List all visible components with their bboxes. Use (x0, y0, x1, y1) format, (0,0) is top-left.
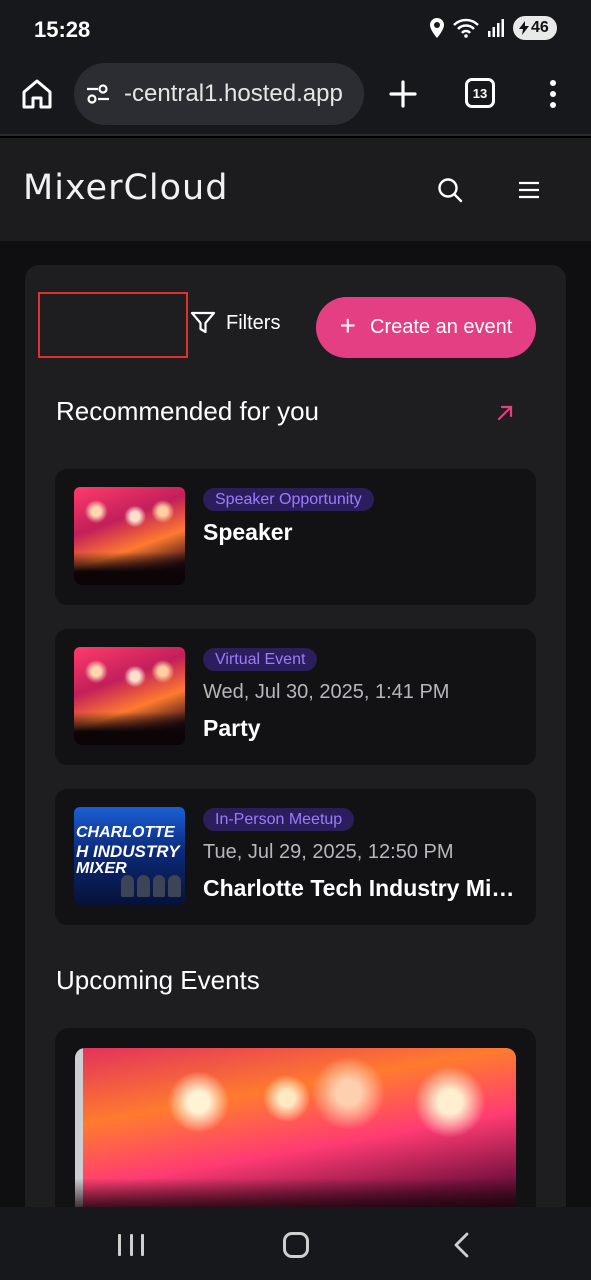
event-card-charlotte-tech[interactable]: CHARLOTTE H INDUSTRY MIXER In-Person Mee… (55, 789, 536, 925)
menu-icon[interactable] (516, 178, 542, 202)
back-icon[interactable] (452, 1231, 472, 1259)
filters-label: Filters (226, 311, 281, 334)
system-nav-bar (0, 1207, 591, 1280)
status-icons: 46 (429, 16, 557, 40)
more-icon[interactable] (540, 77, 566, 111)
event-card-speaker[interactable]: Speaker Opportunity Speaker (55, 469, 536, 605)
plus-icon: + (339, 310, 357, 341)
event-title: Charlotte Tech Industry Mixer (203, 875, 518, 901)
event-date: Wed, Jul 30, 2025, 1:41 PM (203, 681, 450, 703)
flyer-photos (121, 875, 181, 897)
event-title: Speaker (203, 519, 293, 545)
home-nav-icon[interactable] (283, 1232, 309, 1258)
filters-button[interactable]: Filters (190, 310, 280, 336)
flyer-text: H INDUSTRY (76, 842, 180, 861)
event-date: Tue, Jul 29, 2025, 12:50 PM (203, 841, 454, 863)
status-time: 15:28 (34, 17, 91, 42)
recent-apps-icon[interactable] (118, 1234, 144, 1256)
url-text[interactable]: -central1.hosted.app (124, 80, 343, 108)
upcoming-event-card[interactable] (55, 1028, 536, 1228)
arrow-up-right-icon[interactable] (495, 403, 515, 423)
event-type-badge: Speaker Opportunity (203, 488, 374, 511)
upcoming-event-image (75, 1048, 516, 1228)
new-tab-icon[interactable] (386, 77, 420, 111)
battery-charging-icon: 46 (513, 16, 557, 40)
create-event-label: Create an event (370, 316, 513, 338)
filter-icon (190, 311, 216, 334)
upcoming-title: Upcoming Events (56, 965, 260, 995)
app-logo[interactable]: MixerCloud (23, 168, 228, 208)
browser-toolbar: -central1.hosted.app 13 (0, 60, 591, 136)
event-type-badge: Virtual Event (203, 648, 318, 671)
address-bar[interactable]: -central1.hosted.app (74, 63, 364, 125)
wifi-icon (453, 18, 479, 38)
recommended-title: Recommended for you (56, 396, 320, 426)
search-icon[interactable] (436, 176, 464, 204)
highlight-box (38, 292, 188, 358)
event-thumbnail: CHARLOTTE H INDUSTRY MIXER (74, 807, 185, 905)
create-event-button[interactable]: + Create an event (316, 297, 536, 358)
event-thumbnail (74, 647, 185, 745)
event-type-badge: In-Person Meetup (203, 808, 355, 831)
event-thumbnail (74, 487, 185, 585)
event-title: Party (203, 715, 261, 741)
signal-icon (488, 19, 504, 37)
battery-level: 46 (531, 19, 549, 36)
site-settings-icon[interactable] (86, 84, 110, 104)
event-card-party[interactable]: Virtual Event Wed, Jul 30, 2025, 1:41 PM… (55, 629, 536, 765)
tab-count: 13 (472, 85, 488, 101)
home-icon[interactable] (20, 77, 54, 111)
app-header: MixerCloud (0, 138, 591, 241)
flyer-text: MIXER (76, 860, 127, 877)
flyer-text: CHARLOTTE (76, 824, 175, 841)
tabs-icon[interactable]: 13 (465, 78, 495, 108)
status-bar: 15:28 46 (0, 0, 591, 60)
location-icon (430, 18, 444, 38)
